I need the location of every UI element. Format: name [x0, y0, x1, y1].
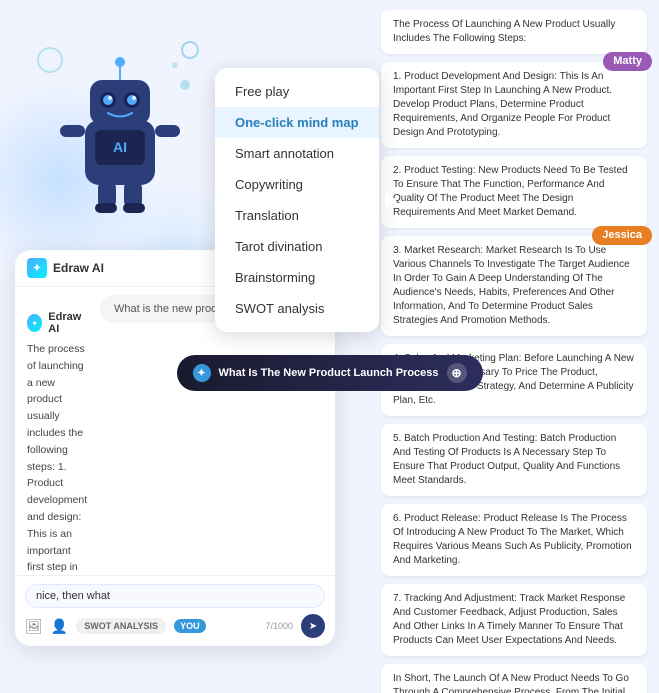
- menu-item-swot[interactable]: SWOT analysis: [215, 293, 379, 324]
- expand-icon[interactable]: ⊕: [447, 363, 467, 383]
- mind-node-7: 7. Tracking And Adjustment: Track Market…: [381, 584, 647, 656]
- ai-avatar-icon: ✦: [27, 314, 42, 332]
- chat-footer: nice, then what 🖼 👤 SWOT ANALYSIS YOU 7/…: [15, 575, 335, 646]
- mind-node-3: Jessica 3. Market Research: Market Resea…: [381, 236, 647, 336]
- mind-node-6: 6. Product Release: Product Release Is T…: [381, 504, 647, 576]
- mind-node-summary-text: In Short, The Launch Of A New Product Ne…: [393, 673, 633, 693]
- mind-node-7-text: 7. Tracking And Adjustment: Track Market…: [393, 593, 625, 646]
- mind-node-2: 2. Product Testing: New Products Need To…: [381, 156, 647, 228]
- chat-body[interactable]: ✦ Edraw AI The process of launching a ne…: [15, 295, 100, 575]
- menu-item-brainstorming[interactable]: Brainstorming: [215, 262, 379, 293]
- menu-item-tarot[interactable]: Tarot divination: [215, 231, 379, 262]
- ai-response-text: The process of launching a new product u…: [27, 341, 88, 575]
- word-count: 7/1000: [265, 621, 293, 631]
- svg-text:AI: AI: [113, 139, 127, 155]
- person-tool-icon[interactable]: 👤: [51, 618, 68, 635]
- chat-input-field[interactable]: nice, then what: [36, 590, 314, 602]
- menu-item-translation[interactable]: Translation: [215, 200, 379, 231]
- right-mind-map-panel[interactable]: The Process Of Launching A New Product U…: [369, 0, 659, 693]
- mind-node-2-text: 2. Product Testing: New Products Need To…: [393, 165, 628, 218]
- you-badge: YOU: [174, 619, 206, 633]
- send-icon: ➤: [309, 621, 317, 632]
- dropdown-arrow: [385, 192, 397, 208]
- swot-tag[interactable]: SWOT ANALYSIS: [76, 618, 166, 634]
- mind-node-summary: In Short, The Launch Of A New Product Ne…: [381, 664, 647, 693]
- mind-node-6-text: 6. Product Release: Product Release Is T…: [393, 513, 632, 566]
- ai-response-header: ✦ Edraw AI: [27, 311, 88, 335]
- jessica-badge: Jessica: [592, 226, 652, 245]
- mind-node-5-text: 5. Batch Production And Testing: Batch P…: [393, 433, 620, 486]
- mind-node-3-text: 3. Market Research: Market Research Is T…: [393, 245, 630, 326]
- mind-node-5: 5. Batch Production And Testing: Batch P…: [381, 424, 647, 496]
- query-highlight-pill: ✦ What Is The New Product Launch Process…: [176, 355, 482, 391]
- query-highlight-text: What Is The New Product Launch Process: [218, 367, 438, 379]
- chat-input-row: nice, then what: [25, 584, 325, 608]
- ai-responder-name: Edraw AI: [48, 311, 88, 335]
- query-icon: ✦: [192, 364, 210, 382]
- send-button[interactable]: ➤: [301, 614, 325, 638]
- dropdown-menu: Free play One-click mind map Smart annot…: [215, 68, 379, 332]
- matty-badge: Matty: [603, 52, 652, 71]
- ai-response-section: ✦ Edraw AI The process of launching a ne…: [27, 305, 88, 575]
- ai-logo-icon: ✦: [33, 263, 41, 274]
- chat-tools-bar: 🖼 👤 SWOT ANALYSIS YOU 7/1000 ➤: [25, 614, 325, 638]
- menu-item-smart-annotation[interactable]: Smart annotation: [215, 138, 379, 169]
- mind-node-1-text: 1. Product Development And Design: This …: [393, 71, 612, 138]
- menu-item-copywriting[interactable]: Copywriting: [215, 169, 379, 200]
- menu-item-mind-map[interactable]: One-click mind map: [215, 107, 379, 138]
- mind-node-intro: The Process Of Launching A New Product U…: [381, 10, 647, 54]
- mind-node-1: Matty 1. Product Development And Design:…: [381, 62, 647, 148]
- image-tool-icon[interactable]: 🖼: [25, 618, 43, 635]
- ai-logo: ✦: [27, 258, 47, 278]
- menu-item-free-play[interactable]: Free play: [215, 76, 379, 107]
- mind-node-intro-text: The Process Of Launching A New Product U…: [393, 19, 615, 44]
- robot-character: AI: [20, 30, 220, 240]
